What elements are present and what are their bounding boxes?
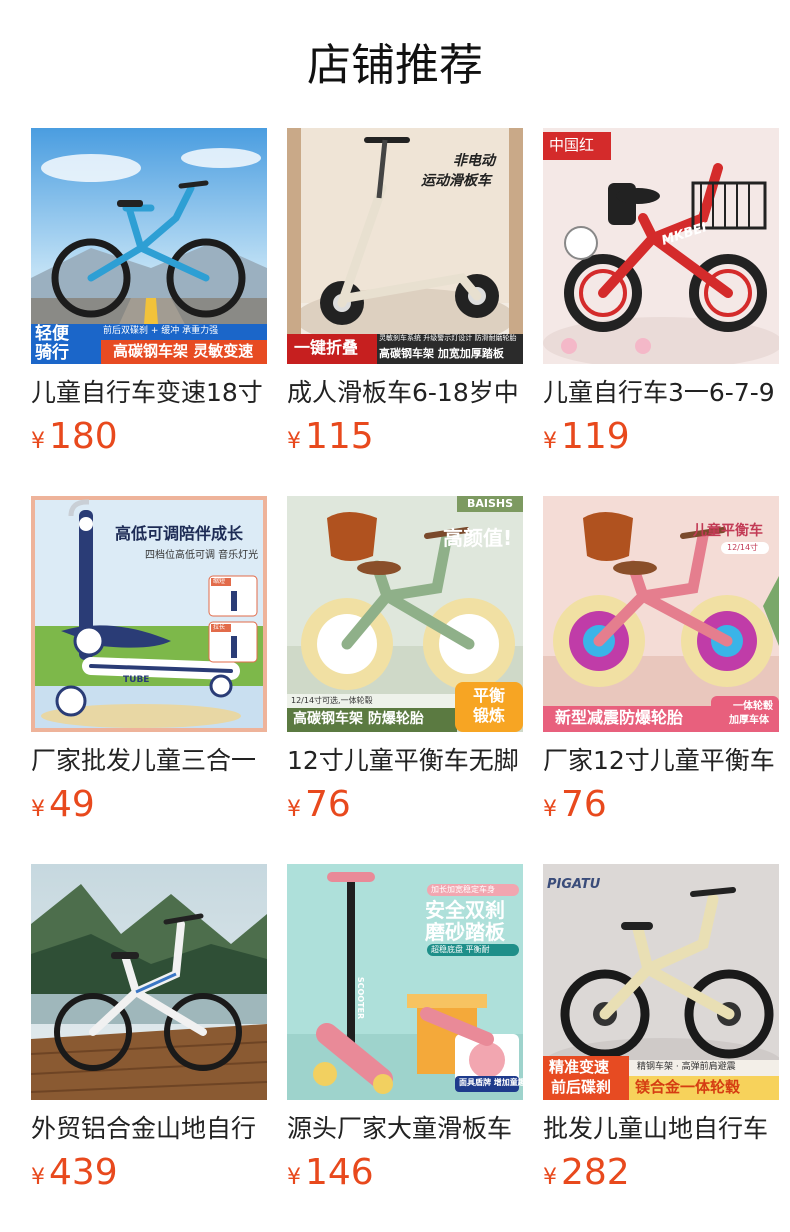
product-card[interactable]: 轻便 骑行 前后双碟刹 + 缓冲 承重力强 高碳钢车架 灵敏变速 儿童自行车变速… — [31, 128, 267, 496]
image-tag: 高碳钢车架 灵敏变速 — [113, 342, 254, 360]
price-value: 49 — [49, 784, 95, 825]
product-title[interactable]: 外贸铝合金山地自行 — [31, 1112, 267, 1146]
price-value: 119 — [561, 416, 630, 457]
image-tag: 平衡 — [473, 686, 506, 705]
product-price: ¥76 — [287, 782, 523, 828]
product-price: ¥282 — [543, 1150, 779, 1196]
product-price: ¥439 — [31, 1150, 267, 1196]
image-tag: 高低可调陪伴成长 — [115, 524, 244, 543]
product-image[interactable]: BAISHS 高颜值! 12/14寸可选,一体轮毂 高碳钢车架 防爆轮胎 平衡 … — [287, 496, 523, 732]
currency-symbol: ¥ — [31, 1165, 45, 1190]
image-tag: 轻便 — [35, 324, 69, 344]
image-tag: 运动滑板车 — [421, 173, 491, 189]
product-title[interactable]: 源头厂家大童滑板车 — [287, 1112, 523, 1146]
price-value: 146 — [305, 1152, 374, 1193]
currency-symbol: ¥ — [287, 1165, 301, 1190]
currency-symbol: ¥ — [287, 797, 301, 822]
currency-symbol: ¥ — [543, 797, 557, 822]
product-image[interactable]: PIGATU 精准变速 前后碟刹 精钢车架 · 高弹前肩避震 镁合金一体轮毂 — [543, 864, 779, 1100]
image-tag: PIGATU — [547, 877, 601, 892]
product-card[interactable]: BAISHS 高颜值! 12/14寸可选,一体轮毂 高碳钢车架 防爆轮胎 平衡 … — [287, 496, 523, 864]
image-tag: 骑行 — [35, 343, 69, 363]
price-value: 180 — [49, 416, 118, 457]
image-tag: 四档位高低可调 音乐灯光 — [145, 550, 259, 561]
image-tag: 缩短 — [213, 578, 226, 585]
product-price: ¥76 — [543, 782, 779, 828]
image-tag: 前后双碟刹 + 缓冲 承重力强 — [103, 326, 219, 336]
image-tag: 高碳钢车架 防爆轮胎 — [293, 711, 424, 727]
image-tag: 加长加宽稳定车身 — [431, 885, 495, 894]
product-image[interactable]: 轻便 骑行 前后双碟刹 + 缓冲 承重力强 高碳钢车架 灵敏变速 — [31, 128, 267, 364]
product-title[interactable]: 成人滑板车6-18岁中 — [287, 376, 523, 410]
product-card[interactable]: 加长加宽稳定车身 安全双刹 磨砂踏板 超稳底盘 平衡耐 面具盾牌 增加童趣 SC… — [287, 864, 523, 1232]
image-tag: SCOOTER — [356, 976, 366, 1020]
product-price: ¥180 — [31, 414, 267, 460]
image-tag: 新型减震防爆轮胎 — [555, 708, 684, 727]
product-card[interactable]: 非电动 运动滑板车 一键折叠 灵敏刹车系统 升级警示灯设计 防滑耐磨轮胎 高碳钢… — [287, 128, 523, 496]
price-value: 282 — [561, 1152, 630, 1193]
image-tag: 超稳底盘 平衡耐 — [431, 945, 490, 954]
product-card[interactable]: 高低可调陪伴成长 四档位高低可调 音乐灯光 缩短 拉长 TUBE 厂家批发儿童三… — [31, 496, 267, 864]
currency-symbol: ¥ — [543, 1165, 557, 1190]
image-tag: BAISHS — [467, 497, 514, 510]
currency-symbol: ¥ — [31, 429, 45, 454]
product-image[interactable]: 高低可调陪伴成长 四档位高低可调 音乐灯光 缩短 拉长 TUBE — [31, 496, 267, 732]
product-card[interactable]: 儿童平衡车 12/14寸 新型减震防爆轮胎 一体轮毂 加厚车体 厂家12寸儿童平… — [543, 496, 779, 864]
price-value: 76 — [305, 784, 351, 825]
image-tag: 中国红 — [549, 136, 595, 154]
image-tag: TUBE — [123, 675, 150, 685]
image-tag: 拉长 — [213, 624, 226, 631]
image-tag: 12/14寸可选,一体轮毂 — [291, 696, 373, 705]
price-value: 115 — [305, 416, 374, 457]
product-grid: 轻便 骑行 前后双碟刹 + 缓冲 承重力强 高碳钢车架 灵敏变速 儿童自行车变速… — [31, 128, 779, 1232]
image-tag: 安全双刹 — [425, 898, 505, 922]
image-tag: 锻炼 — [473, 706, 506, 725]
product-title[interactable]: 儿童自行车3一6-7-9 — [543, 376, 779, 410]
image-tag: 前后碟刹 — [551, 1078, 612, 1096]
product-image[interactable]: 中国红 MKBEI — [543, 128, 779, 364]
image-tag: 镁合金一体轮毂 — [635, 1078, 741, 1096]
page-title: 店铺推荐 — [307, 40, 483, 91]
product-title[interactable]: 儿童自行车变速18寸 — [31, 376, 267, 410]
image-tag: 高碳钢车架 加宽加厚踏板 — [379, 347, 504, 360]
product-image[interactable]: 儿童平衡车 12/14寸 新型减震防爆轮胎 一体轮毂 加厚车体 — [543, 496, 779, 732]
image-tag: 面具盾牌 增加童趣 — [459, 1078, 523, 1087]
product-title[interactable]: 12寸儿童平衡车无脚 — [287, 744, 523, 778]
product-image[interactable]: 非电动 运动滑板车 一键折叠 灵敏刹车系统 升级警示灯设计 防滑耐磨轮胎 高碳钢… — [287, 128, 523, 364]
image-tag: 一键折叠 — [294, 338, 359, 357]
currency-symbol: ¥ — [287, 429, 301, 454]
product-price: ¥146 — [287, 1150, 523, 1196]
price-value: 439 — [49, 1152, 118, 1193]
image-tag: 加厚车体 — [729, 715, 769, 726]
product-price: ¥49 — [31, 782, 267, 828]
product-title[interactable]: 厂家12寸儿童平衡车 — [543, 744, 779, 778]
product-title[interactable]: 厂家批发儿童三合一 — [31, 744, 267, 778]
image-tag: 精钢车架 · 高弹前肩避震 — [637, 1062, 736, 1072]
image-tag: 非电动 — [453, 153, 495, 169]
product-title[interactable]: 批发儿童山地自行车 — [543, 1112, 779, 1146]
image-tag: 儿童平衡车 — [693, 523, 763, 539]
image-tag: 高颜值! — [443, 526, 513, 550]
product-card[interactable]: 中国红 MKBEI 儿童自行车3一6-7-9 ¥119 — [543, 128, 779, 496]
image-tag: 一体轮毂 — [733, 701, 773, 712]
image-tag: 精准变速 — [549, 1058, 610, 1076]
product-card[interactable]: 外贸铝合金山地自行 ¥439 — [31, 864, 267, 1232]
product-image[interactable]: 加长加宽稳定车身 安全双刹 磨砂踏板 超稳底盘 平衡耐 面具盾牌 增加童趣 SC… — [287, 864, 523, 1100]
product-card[interactable]: PIGATU 精准变速 前后碟刹 精钢车架 · 高弹前肩避震 镁合金一体轮毂 批… — [543, 864, 779, 1232]
product-price: ¥119 — [543, 414, 779, 460]
product-image[interactable] — [31, 864, 267, 1100]
product-price: ¥115 — [287, 414, 523, 460]
currency-symbol: ¥ — [543, 429, 557, 454]
image-tag: 灵敏刹车系统 升级警示灯设计 防滑耐磨轮胎 — [379, 334, 517, 342]
image-tag: 12/14寸 — [727, 543, 759, 552]
price-value: 76 — [561, 784, 607, 825]
image-tag: 磨砂踏板 — [425, 920, 505, 944]
currency-symbol: ¥ — [31, 797, 45, 822]
